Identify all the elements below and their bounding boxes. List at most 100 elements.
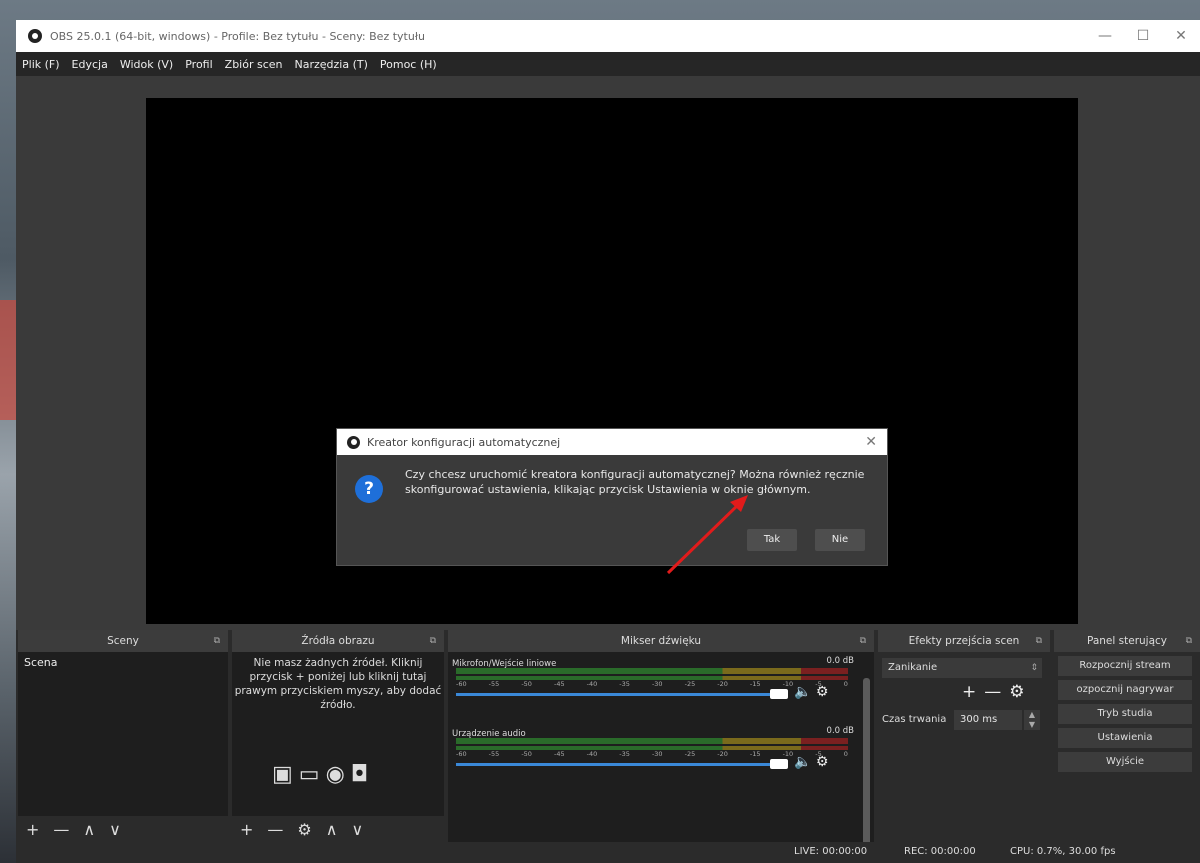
dock-title: Panel sterujący: [1086, 635, 1168, 647]
scale-tick: 0: [843, 680, 848, 688]
exit-button[interactable]: Wyjście: [1058, 752, 1192, 772]
start-streaming-button[interactable]: Rozpocznij stream: [1058, 656, 1192, 676]
scale-tick: -10: [782, 680, 794, 688]
dock-title: Źródła obrazu: [301, 635, 375, 647]
scale-tick: -35: [619, 680, 630, 688]
window-title: OBS 25.0.1 (64-bit, windows) - Profile: …: [50, 29, 425, 43]
dialog-title: Kreator konfiguracji automatycznej: [367, 435, 561, 449]
yes-button[interactable]: Tak: [747, 529, 797, 551]
menu-edit[interactable]: Edycja: [72, 58, 108, 71]
add-transition-button[interactable]: +: [962, 682, 984, 702]
menu-view[interactable]: Widok (V): [120, 58, 173, 71]
move-down-button[interactable]: ∨: [351, 820, 363, 839]
scene-item[interactable]: Scena: [18, 652, 228, 673]
dock-float-icon[interactable]: ⧉: [214, 630, 220, 652]
audio-track: Mikrofon/Wejście liniowe 0.0 dB -60 -55 -5…: [452, 656, 860, 700]
track-db: 0.0 dB: [826, 656, 854, 666]
live-timer: LIVE: 00:00:00: [794, 846, 868, 857]
meter-scale: -60 -55 -50 -45 -40 -35 -30 -25 -20 -15 -10 -5 0: [456, 750, 848, 758]
track-db: 0.0 dB: [826, 726, 854, 736]
dock-header: Panel sterujący ⧉: [1054, 630, 1200, 652]
dock-float-icon[interactable]: ⧉: [430, 630, 436, 652]
globe-icon: ◉: [325, 762, 351, 787]
remove-transition-button[interactable]: —: [984, 682, 1009, 702]
gear-icon[interactable]: ⚙: [816, 754, 829, 770]
volume-slider[interactable]: [456, 693, 774, 696]
minimize-button[interactable]: —: [1086, 20, 1124, 52]
source-list[interactable]: Nie masz żadnych źródeł. Kliknij przycis…: [232, 652, 444, 842]
question-icon: ?: [355, 475, 383, 503]
menu-scene-collection[interactable]: Zbiór scen: [225, 58, 283, 71]
settings-button[interactable]: Ustawienia: [1058, 728, 1192, 748]
menu-tools[interactable]: Narzędzia (T): [295, 58, 368, 71]
scale-tick: -50: [521, 680, 532, 688]
scale-tick: -20: [717, 680, 728, 688]
volume-slider[interactable]: [456, 763, 774, 766]
add-scene-button[interactable]: +: [26, 820, 39, 839]
mixer-scrollbar[interactable]: [863, 678, 870, 858]
scale-tick: -60: [456, 680, 467, 688]
maximize-button[interactable]: ☐: [1124, 20, 1162, 52]
meter-scale: -60 -55 -50 -45 -40 -35 -30 -25 -20 -15 -10 -5 0: [456, 680, 848, 688]
dock-header: Sceny ⧉: [18, 630, 228, 652]
title-bar: OBS 25.0.1 (64-bit, windows) - Profile: …: [16, 20, 1200, 52]
studio-mode-button[interactable]: Tryb studia: [1058, 704, 1192, 724]
scale-tick: -45: [553, 750, 565, 758]
scenes-dock: Sceny ⧉ Scena + — ∧ ∨: [18, 630, 228, 842]
scene-list: Scena: [18, 652, 228, 842]
volume-slider-handle[interactable]: [770, 759, 788, 769]
scale-tick: -25: [684, 680, 696, 688]
menu-file[interactable]: Plik (F): [22, 58, 60, 71]
source-properties-button[interactable]: ⚙: [297, 820, 311, 839]
transition-select[interactable]: Zanikanie ⇕: [882, 658, 1042, 678]
transition-selected: Zanikanie: [888, 662, 938, 673]
gear-icon[interactable]: ⚙: [816, 684, 829, 700]
scale-tick: -10: [782, 750, 794, 758]
transitions-body: Zanikanie ⇕ +—⚙ Czas trwania 300 ms ▲ ▼: [878, 652, 1050, 842]
volume-meter: [456, 668, 848, 674]
duration-spinner[interactable]: ▲ ▼: [1024, 710, 1040, 730]
duration-label: Czas trwania: [882, 714, 947, 725]
scenes-toolbar: + — ∧ ∨: [18, 816, 228, 842]
remove-source-button[interactable]: —: [267, 820, 283, 839]
mixer-body: Mikrofon/Wejście liniowe 0.0 dB -60 -55 -5…: [448, 652, 874, 858]
remove-scene-button[interactable]: —: [53, 820, 69, 839]
close-button[interactable]: ✕: [1162, 20, 1200, 52]
scale-tick: -35: [619, 750, 630, 758]
menu-profile[interactable]: Profil: [185, 58, 212, 71]
volume-slider-handle[interactable]: [770, 689, 788, 699]
dialog-close-button[interactable]: ✕: [865, 434, 877, 450]
dock-float-icon[interactable]: ⧉: [1186, 630, 1192, 652]
obs-logo-icon: [347, 435, 360, 449]
auto-config-dialog: Kreator konfiguracji automatycznej ✕ ? C…: [336, 428, 888, 566]
move-up-button[interactable]: ∧: [326, 820, 338, 839]
controls-dock: Panel sterujący ⧉ Rozpocznij stream ozpo…: [1054, 630, 1200, 842]
scene-transitions-dock: Efekty przejścia scen ⧉ Zanikanie ⇕ +—⚙ …: [878, 630, 1050, 842]
scale-tick: -55: [488, 680, 500, 688]
audio-mixer-dock: Mikser dźwięku ⧉ Mikrofon/Wejście liniow…: [448, 630, 874, 858]
duration-input[interactable]: 300 ms: [954, 710, 1022, 730]
dock-float-icon[interactable]: ⧉: [1036, 630, 1042, 652]
dock-float-icon[interactable]: ⧉: [860, 630, 866, 652]
no-button[interactable]: Nie: [815, 529, 865, 551]
scale-tick: 0: [843, 750, 848, 758]
add-source-button[interactable]: +: [240, 820, 253, 839]
gear-icon[interactable]: ⚙: [1009, 682, 1032, 702]
move-up-button[interactable]: ∧: [83, 820, 95, 839]
audio-track: Urządzenie audio 0.0 dB -60 -55 -50 -45 -40-…: [452, 726, 860, 770]
image-icon: ▣: [272, 762, 299, 787]
dock-title: Sceny: [107, 635, 139, 647]
start-recording-button[interactable]: ozpocznij nagrywar: [1058, 680, 1192, 700]
move-down-button[interactable]: ∨: [109, 820, 121, 839]
scale-tick: -50: [521, 750, 532, 758]
menu-help[interactable]: Pomoc (H): [380, 58, 437, 71]
display-icon: ▭: [298, 762, 326, 787]
speaker-icon[interactable]: 🔈: [794, 684, 811, 700]
cpu-status: CPU: 0.7%, 30.00 fps: [1010, 846, 1116, 857]
scale-tick: -15: [749, 680, 761, 688]
empty-sources-message: Nie masz żadnych źródeł. Kliknij przycis…: [234, 657, 442, 711]
scale-tick: -30: [651, 750, 663, 758]
controls-body: Rozpocznij stream ozpocznij nagrywar Try…: [1054, 652, 1200, 842]
scale-tick: -30: [651, 680, 663, 688]
speaker-icon[interactable]: 🔈: [794, 754, 811, 770]
